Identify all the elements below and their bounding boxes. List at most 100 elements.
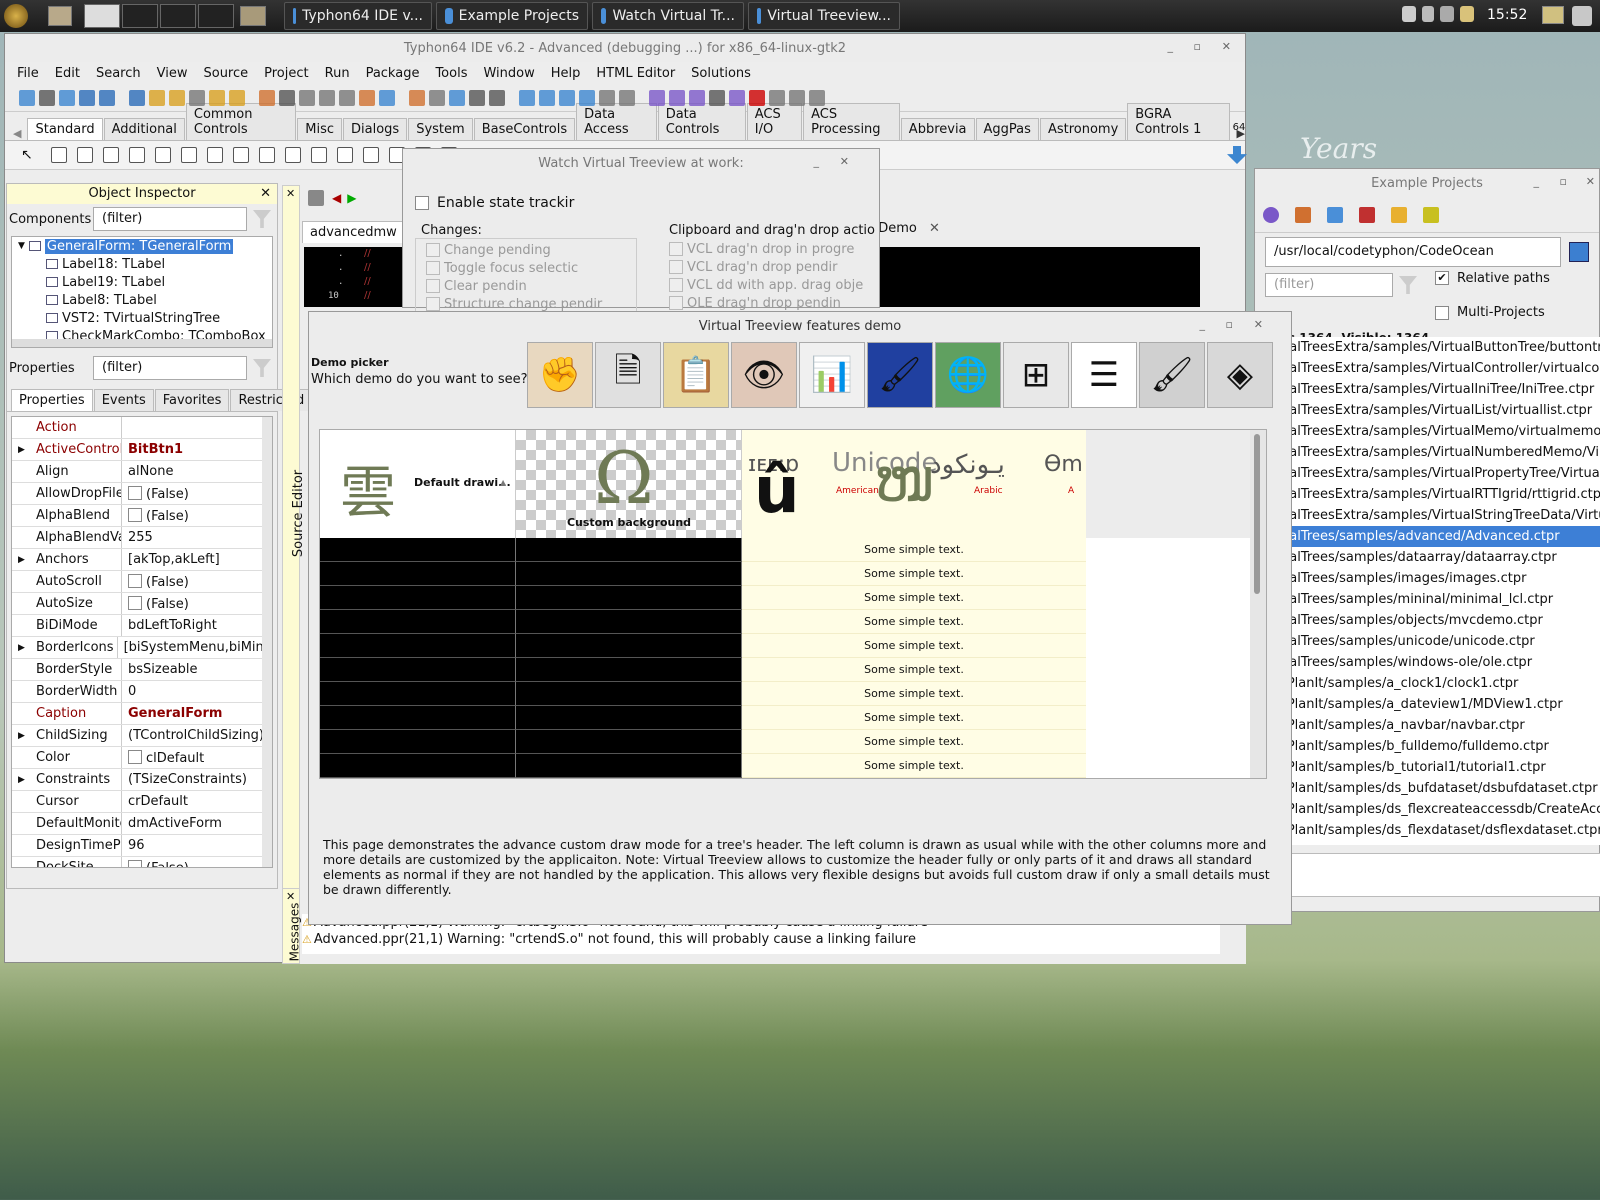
- property-row[interactable]: ▶ ChildSizing (TControlChildSizing): [12, 725, 272, 747]
- palette-component-icon[interactable]: [180, 147, 197, 163]
- checkbox-checked[interactable]: ✔: [1435, 271, 1449, 285]
- clipboard-checkbox[interactable]: VCL drag'n drop pendir: [669, 258, 877, 276]
- property-value[interactable]: dmActiveForm: [122, 816, 222, 831]
- close-icon[interactable]: ✕: [286, 187, 295, 200]
- toolbar-icon[interactable]: [519, 89, 535, 106]
- trash-icon[interactable]: [1402, 6, 1416, 22]
- toolbar-icon[interactable]: [279, 89, 295, 106]
- palette-component-icon[interactable]: [50, 147, 67, 163]
- clipboard-checkbox[interactable]: VCL drag'n drop in progre: [669, 240, 877, 258]
- palette-component-icon[interactable]: [154, 147, 171, 163]
- task-watch-virtual-treeview[interactable]: Watch Virtual Tr...: [592, 2, 744, 30]
- checkbox[interactable]: [128, 595, 142, 610]
- palette-tab-dialogs[interactable]: Dialogs: [343, 118, 408, 140]
- toolbar-icon[interactable]: [809, 89, 825, 106]
- toolbar-icon[interactable]: [669, 89, 685, 106]
- tree-row[interactable]: Some simple text.: [320, 586, 1250, 610]
- toolbar-icon[interactable]: [19, 89, 35, 106]
- open-project-icon[interactable]: [1327, 206, 1343, 223]
- tree-row[interactable]: Some simple text.: [320, 634, 1250, 658]
- filter-icon[interactable]: [253, 210, 271, 228]
- property-value[interactable]: GeneralForm: [122, 706, 222, 721]
- globe-icon[interactable]: 🌐: [935, 342, 1001, 408]
- menu-tools[interactable]: Tools: [427, 66, 475, 81]
- brush-icon[interactable]: 🖌: [1139, 342, 1205, 408]
- task-example-projects[interactable]: Example Projects: [436, 2, 588, 30]
- palette-tab-misc[interactable]: Misc: [297, 118, 343, 140]
- property-value[interactable]: bdLeftToRight: [122, 618, 217, 633]
- tree-row[interactable]: Some simple text.: [320, 730, 1250, 754]
- toolbar-icon[interactable]: [689, 89, 705, 106]
- menu-file[interactable]: File: [9, 66, 47, 81]
- palette-tab-additional[interactable]: Additional: [103, 118, 185, 140]
- filter-icon[interactable]: [1399, 276, 1417, 294]
- jump-icon[interactable]: [308, 190, 324, 206]
- toolbar-icon[interactable]: [599, 89, 615, 106]
- component-tree-item[interactable]: Label18: TLabel: [12, 255, 272, 273]
- menu-solutions[interactable]: Solutions: [683, 66, 759, 81]
- inspector-tab-favorites[interactable]: Favorites: [154, 389, 230, 411]
- property-scrollbar[interactable]: [262, 417, 272, 867]
- clipboard-icon[interactable]: [1460, 6, 1474, 22]
- property-row[interactable]: ▶ Anchors [akTop,akLeft]: [12, 549, 272, 571]
- palette-tab-standard[interactable]: Standard: [27, 118, 103, 140]
- remove-icon[interactable]: [1359, 206, 1375, 223]
- component-tree-item[interactable]: Label8: TLabel: [12, 291, 272, 309]
- palette-tab-system[interactable]: System: [408, 118, 473, 140]
- component-tree-item[interactable]: ▼ GeneralForm: TGeneralForm: [12, 237, 272, 255]
- tree-row[interactable]: Some simple text.: [320, 658, 1250, 682]
- project-list-item[interactable]: ualPlanIt/samples/ds_bufdataset/dsbufdat…: [1265, 778, 1600, 799]
- property-value[interactable]: clDefault: [122, 749, 204, 766]
- palette-tab-bgra-controls-1[interactable]: BGRA Controls 1: [1127, 103, 1230, 140]
- toolbar-icon[interactable]: [39, 89, 55, 106]
- project-list-item[interactable]: irtualTreesExtra/samples/VirtualRTTIgrid…: [1265, 484, 1600, 505]
- toolbar-icon[interactable]: [769, 89, 785, 106]
- project-list-item[interactable]: irtualTreesExtra/samples/VirtualControll…: [1265, 358, 1600, 379]
- close-icon[interactable]: ✕: [260, 184, 271, 204]
- toolbar-icon[interactable]: [129, 89, 145, 106]
- files-launcher-icon[interactable]: [240, 6, 266, 26]
- collapse-arrow-icon[interactable]: ▼: [18, 241, 25, 251]
- toolbar-icon[interactable]: [299, 89, 315, 106]
- property-row[interactable]: DefaultMonito dmActiveForm: [12, 813, 272, 835]
- toolbar-icon[interactable]: [149, 89, 165, 106]
- toolbar-icon[interactable]: [429, 89, 445, 106]
- components-filter-input[interactable]: (filter): [93, 207, 247, 231]
- checkbox[interactable]: [128, 507, 142, 522]
- checkbox[interactable]: [128, 573, 142, 588]
- palette-component-icon[interactable]: [76, 147, 93, 163]
- property-value[interactable]: (TControlChildSizing): [122, 728, 264, 743]
- palette-component-icon[interactable]: [258, 147, 275, 163]
- volume-icon[interactable]: [1422, 6, 1434, 22]
- project-list-item[interactable]: irtualTreesExtra/samples/VirtualIniTree/…: [1265, 379, 1600, 400]
- project-list-item[interactable]: irtualTrees/samples/advanced/Advanced.ct…: [1265, 526, 1600, 547]
- project-list-item[interactable]: ualPlanIt/samples/ds_flexcreateaccessdb/…: [1265, 799, 1600, 820]
- monitor-icon[interactable]: [1542, 6, 1564, 24]
- toolbar-icon[interactable]: [169, 89, 185, 106]
- toolbar-icon[interactable]: [229, 89, 245, 106]
- maximize-icon[interactable]: ▫: [1194, 40, 1201, 53]
- property-row[interactable]: DesignTimePP 96: [12, 835, 272, 857]
- menu-html-editor[interactable]: HTML Editor: [588, 66, 683, 81]
- tree-row[interactable]: Some simple text.: [320, 706, 1250, 730]
- property-row[interactable]: ▶ BorderIcons [biSystemMenu,biMinim: [12, 637, 272, 659]
- property-row[interactable]: AutoSize (False): [12, 593, 272, 615]
- palette-tab-data-access[interactable]: Data Access: [576, 103, 657, 140]
- minimize-icon[interactable]: _: [814, 155, 820, 168]
- pointer-icon[interactable]: ↖: [21, 147, 33, 163]
- property-value[interactable]: 96: [122, 838, 145, 853]
- palette-component-icon[interactable]: [362, 147, 379, 163]
- browse-folder-icon[interactable]: [1569, 242, 1589, 262]
- component-tree-item[interactable]: Label19: TLabel: [12, 273, 272, 291]
- header-unicode-column[interactable]: ɪᴇᴇ:ɒ û Unicode ໜ يـونكود Ѳm American Ar…: [742, 430, 1086, 538]
- project-list-item[interactable]: irtualTrees/samples/unicode/unicode.ctpr: [1265, 631, 1600, 652]
- clipboard-check-icon[interactable]: 📋: [663, 342, 729, 408]
- tree-row[interactable]: Some simple text.: [320, 682, 1250, 706]
- property-value[interactable]: 255: [122, 530, 153, 545]
- chart-icon[interactable]: 📊: [799, 342, 865, 408]
- palette-component-icon[interactable]: [336, 147, 353, 163]
- property-value[interactable]: (False): [122, 573, 189, 590]
- palette-component-icon[interactable]: [128, 147, 145, 163]
- menu-search[interactable]: Search: [88, 66, 149, 81]
- header-default-column[interactable]: 雲 Default drawi... ▲: [320, 430, 516, 538]
